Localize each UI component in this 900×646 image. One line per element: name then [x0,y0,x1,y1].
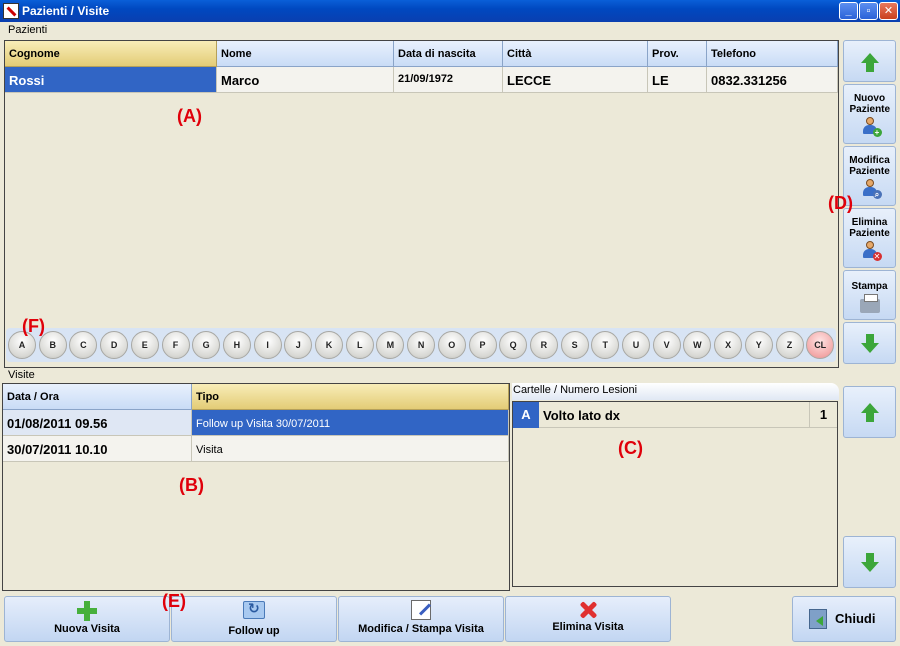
alphabet-button-r[interactable]: R [529,331,558,359]
charts-scroll-down-button[interactable] [843,536,896,588]
cell-tipo[interactable]: Visita [192,436,509,462]
remove-user-icon: ✕ [861,241,882,261]
alphabet-button-e[interactable]: E [130,331,159,359]
add-user-icon: + [861,117,882,137]
alphabet-button-h[interactable]: H [222,331,251,359]
edit-patient-label: Modifica Paziente [849,155,890,177]
title-bar: Pazienti / Visite _ ▫ ✕ [0,0,900,22]
close-label: Chiudi [835,611,876,626]
annotation-d: (D) [828,193,853,213]
col-header-telefono[interactable]: Telefono [707,41,838,67]
alphabet-button-p[interactable]: P [468,331,497,359]
charts-grid[interactable]: A Volto lato dx 1 [512,401,838,587]
follow-up-icon [243,600,265,619]
delete-visit-label: Elimina Visita [552,621,624,633]
scroll-up-button[interactable] [843,40,896,82]
edit-print-visit-button[interactable]: Modifica / Stampa Visita [338,596,504,642]
col-header-nome[interactable]: Nome [217,41,394,67]
chart-name: Volto lato dx [543,408,621,423]
col-header-citta[interactable]: Città [503,41,648,67]
charts-scroll-up-button[interactable] [843,386,896,438]
patients-group-label: Pazienti [8,24,48,36]
alphabet-button-o[interactable]: O [437,331,466,359]
cell-tipo[interactable]: Follow up Visita 30/07/2011 [192,410,509,436]
print-label: Stampa [851,281,888,292]
col-header-data-nascita[interactable]: Data di nascita [394,41,503,67]
col-header-cognome[interactable]: Cognome [5,41,217,67]
new-patient-label: Nuovo Paziente [849,93,891,115]
cell-data-ora[interactable]: 30/07/2011 10.10 [3,436,192,462]
cell-prov[interactable]: LE [648,67,707,93]
annotation-a: (A) [177,106,202,126]
cell-nome[interactable]: Marco [217,67,394,93]
delete-patient-button[interactable]: Elimina Paziente ✕ [843,208,896,268]
alphabet-button-m[interactable]: M [376,331,405,359]
new-patient-button[interactable]: Nuovo Paziente + [843,84,896,144]
alphabet-button-v[interactable]: V [652,331,681,359]
alphabet-button-j[interactable]: J [284,331,313,359]
alphabet-button-d[interactable]: D [100,331,129,359]
alphabet-button-i[interactable]: I [253,331,282,359]
col-header-data-ora[interactable]: Data / Ora [3,384,192,410]
edit-print-visit-label: Modifica / Stampa Visita [358,623,484,635]
alphabet-button-q[interactable]: Q [499,331,528,359]
cell-cognome[interactable]: Rossi [5,67,217,93]
visits-group-label: Visite [8,369,35,381]
alphabet-button-g[interactable]: G [192,331,221,359]
charts-panel-header: Cartelle / Numero Lesioni [512,383,839,400]
list-item[interactable]: A Volto lato dx 1 [513,402,837,428]
annotation-e: (E) [162,591,186,611]
annotation-c: (C) [618,438,643,458]
alphabet-button-z[interactable]: Z [775,331,804,359]
close-window-button[interactable]: ✕ [879,2,898,20]
cell-data-ora[interactable]: 01/08/2011 09.56 [3,410,192,436]
minimize-button[interactable]: _ [839,2,858,20]
annotation-f: (F) [22,316,45,336]
close-button[interactable]: Chiudi [792,596,896,642]
cell-telefono[interactable]: 0832.331256 [707,67,838,93]
delete-patient-label: Elimina Paziente [849,217,890,239]
edit-icon [411,600,431,620]
alphabet-button-y[interactable]: Y [744,331,773,359]
cell-data-nascita[interactable]: 21/09/1972 [394,67,503,93]
alphabet-button-l[interactable]: L [345,331,374,359]
follow-up-label: Follow up [228,625,280,637]
search-user-icon: ⌕ [861,179,882,199]
delete-visit-button[interactable]: Elimina Visita [505,596,671,642]
alphabet-button-n[interactable]: N [407,331,436,359]
app-icon [3,3,19,19]
window-title: Pazienti / Visite [22,4,110,18]
cell-citta[interactable]: LECCE [503,67,648,93]
print-button[interactable]: Stampa [843,270,896,320]
delete-icon [579,601,597,619]
alphabet-button-cl[interactable]: CL [806,331,835,359]
patients-grid[interactable]: Cognome Nome Data di nascita Città Prov.… [4,40,839,368]
maximize-button[interactable]: ▫ [859,2,878,20]
scroll-down-button[interactable] [843,322,896,364]
col-header-tipo[interactable]: Tipo [192,384,509,410]
follow-up-button[interactable]: Follow up [171,596,337,642]
lesion-count: 1 [809,402,837,428]
plus-icon [77,601,97,621]
printer-icon [859,294,880,313]
chart-letter: A [513,402,539,428]
annotation-b: (B) [179,475,204,495]
alphabet-button-f[interactable]: F [161,331,190,359]
visits-grid[interactable]: Data / Ora Tipo 01/08/2011 09.56 Follow … [2,383,510,591]
new-visit-label: Nuova Visita [54,623,120,635]
alphabet-button-u[interactable]: U [622,331,650,359]
alphabet-filter-bar: A B C D E F G H I J K L M N O P Q R S T U V W X Y Z CL [6,328,836,362]
alphabet-button-t[interactable]: T [591,331,620,359]
alphabet-button-w[interactable]: W [683,331,712,359]
alphabet-button-s[interactable]: S [560,331,589,359]
alphabet-button-c[interactable]: C [69,331,98,359]
exit-icon [809,609,827,629]
alphabet-button-x[interactable]: X [714,331,743,359]
alphabet-button-k[interactable]: K [315,331,343,359]
new-visit-button[interactable]: Nuova Visita [4,596,170,642]
col-header-prov[interactable]: Prov. [648,41,707,67]
